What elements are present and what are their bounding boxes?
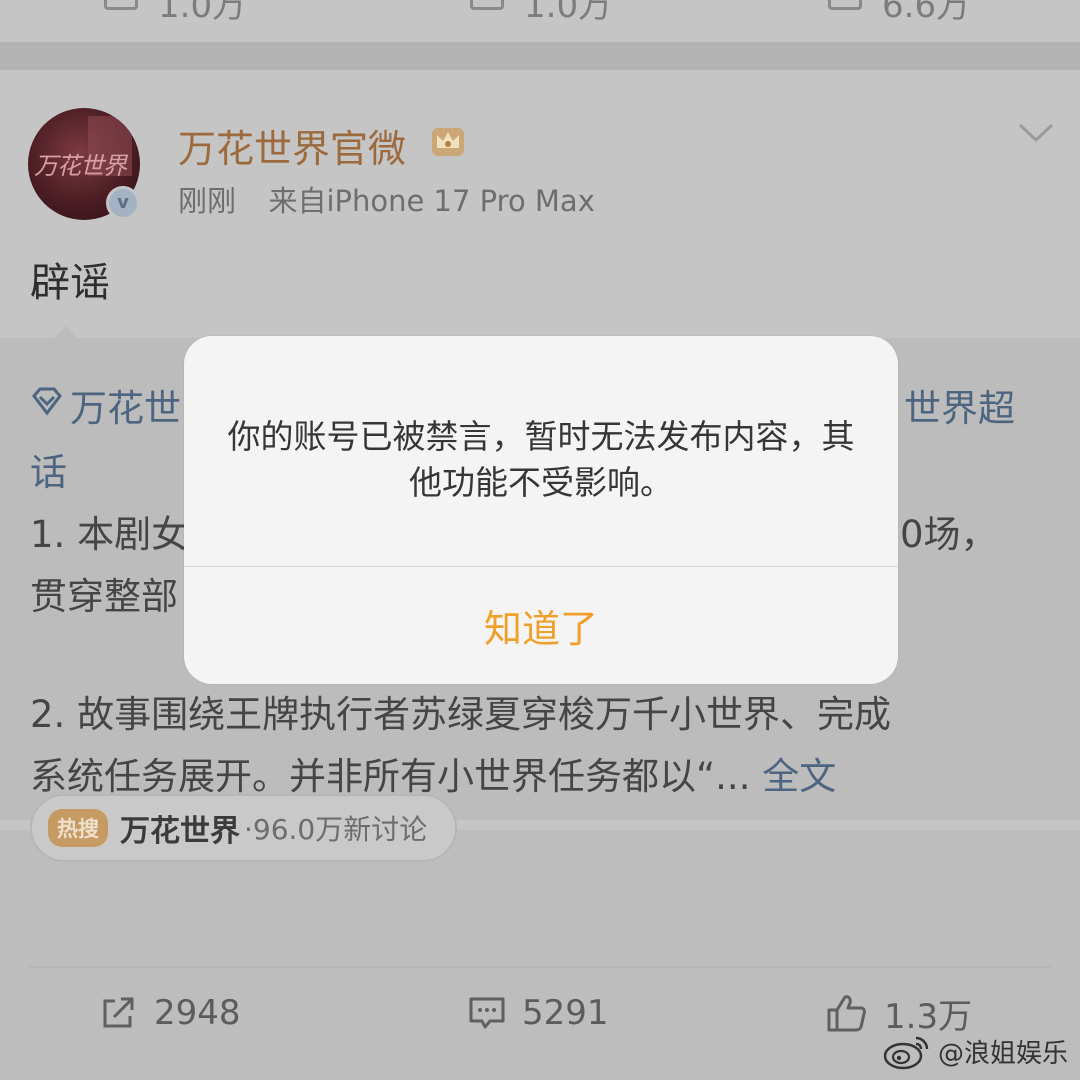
repost-line-5: 2. 故事围绕王牌执行者苏绿夏穿梭万千小世界、完成 <box>30 693 892 736</box>
repost-button[interactable]: 2948 <box>100 988 241 1038</box>
previous-repost-count: 1.0万 <box>158 0 247 26</box>
repost-icon <box>103 997 134 1028</box>
repost-line-3-tail: 0场， <box>900 513 998 556</box>
full-text-link[interactable]: 全文 <box>762 755 836 798</box>
author-name[interactable]: 万花世界官微 <box>178 118 406 173</box>
like-button[interactable]: 1.3万 <box>826 988 972 1038</box>
hot-search-discussion: ·96.0万新讨论 <box>244 813 428 846</box>
watermark-text: @浪姐娱乐 <box>937 1038 1068 1069</box>
super-topic-link-end[interactable]: 话 <box>30 442 67 496</box>
thumbs-up-icon <box>827 995 866 1032</box>
previous-comment-count: 1.0万 <box>524 0 613 26</box>
divider <box>30 966 1050 968</box>
repost-line-4: 贯穿整部 <box>30 575 178 618</box>
hot-search-badge: 热搜 <box>48 809 108 847</box>
repost-line-3: 1. 本剧女 <box>30 513 189 556</box>
post-time: 刚刚 <box>178 184 237 218</box>
previous-post-action-bar: 1.0万 1.0万 6.6万 <box>0 0 1080 42</box>
watermark: @浪姐娱乐 <box>882 1032 1068 1070</box>
acknowledge-button[interactable]: 知道了 <box>184 567 898 684</box>
repost-line-6-text: 系统任务展开。并非所有小世界任务都以“... <box>30 755 751 798</box>
like-count: 1.3万 <box>884 996 973 1037</box>
dialog-message: 你的账号已被禁言，暂时无法发布内容，其他功能不受影响。 <box>227 417 855 502</box>
hot-search-topic: 万花世界 <box>120 814 240 849</box>
crown-icon <box>432 128 464 156</box>
verified-badge-icon: v <box>106 186 140 220</box>
mute-notice-dialog: 你的账号已被禁言，暂时无法发布内容，其他功能不受影响。 知道了 <box>184 336 898 684</box>
repost-icon <box>104 0 138 10</box>
chevron-down-icon[interactable] <box>1016 120 1056 146</box>
repost-count: 2948 <box>154 993 241 1033</box>
post-meta: 刚刚 来自iPhone 17 Pro Max <box>178 178 595 220</box>
like-icon <box>828 0 862 10</box>
previous-like-count: 6.6万 <box>882 0 971 26</box>
super-topic-link[interactable]: 万花世 <box>70 378 181 432</box>
comment-icon <box>470 0 504 10</box>
avatar-logo-text: 万花世界 <box>34 152 127 180</box>
super-topic-link-tail[interactable]: 世界超 <box>904 378 1015 432</box>
comment-icon <box>469 997 505 1029</box>
super-topic-icon <box>32 387 62 416</box>
comment-count: 5291 <box>522 993 609 1033</box>
repost-line-6: 系统任务展开。并非所有小世界任务都以“... 全文 <box>30 746 836 800</box>
hot-search-pill[interactable]: 热搜 万花世界 ·96.0万新讨论 <box>30 794 458 862</box>
weibo-logo-icon <box>883 1036 929 1070</box>
post-text: 辟谣 <box>30 260 110 306</box>
post-source: 来自iPhone 17 Pro Max <box>268 184 595 218</box>
comment-button[interactable]: 5291 <box>468 988 609 1038</box>
feed-gap <box>0 42 1080 70</box>
